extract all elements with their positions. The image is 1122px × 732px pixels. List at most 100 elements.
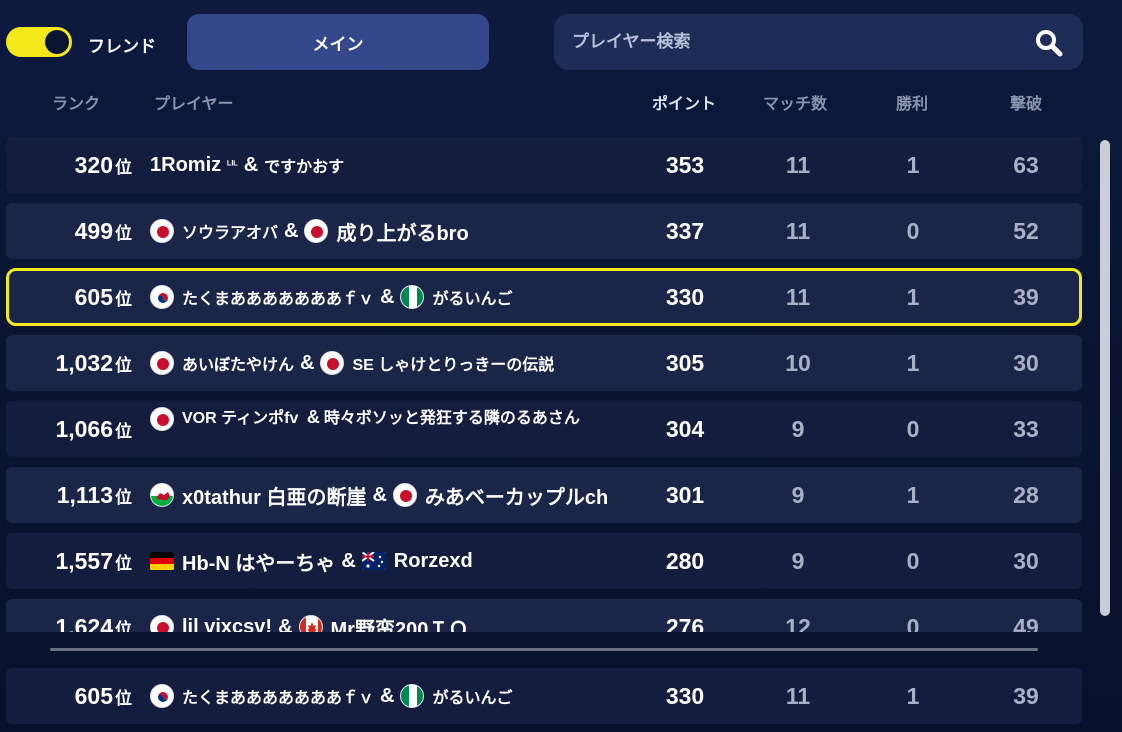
wins-cell: 1	[906, 151, 920, 178]
rank-value: 320	[74, 151, 113, 178]
jp-flag-icon	[150, 615, 174, 632]
top-bar: フレンド メイン	[0, 14, 1122, 70]
ampersand: &	[341, 549, 356, 572]
player1-name: ソウラアオバ	[182, 225, 279, 242]
matches-cell: 11	[785, 151, 811, 178]
column-points[interactable]: ポイント	[652, 90, 716, 114]
jp-flag-icon	[392, 483, 417, 507]
points-cell: 304	[665, 415, 705, 442]
au-flag-icon	[361, 552, 386, 570]
kills-cell: 30	[1013, 349, 1039, 376]
ampersand: &	[380, 285, 395, 308]
table-row[interactable]: 1,032 位 あいぼたやけん & SE しゃけとりっきーの伝説 305 10 1…	[6, 335, 1082, 391]
jp-flag-icon	[150, 406, 174, 431]
player1-name: lil vixcsv!	[182, 615, 273, 633]
ampersand: &	[243, 153, 259, 176]
player1-name: VOR ティンポfv	[182, 410, 299, 427]
table-row[interactable]: 320 位 1Romiz ᴸᴵᴸ & ですかおす 353 11 1 63	[6, 137, 1082, 193]
ng-flag-icon	[400, 285, 425, 309]
leaderboard-list[interactable]: 320 位 1Romiz ᴸᴵᴸ & ですかおす 353 11 1 63 499 位…	[0, 132, 1090, 632]
wins-cell: 1	[906, 481, 920, 508]
rank-cell: 1,032 位	[6, 335, 132, 391]
player-cell: ソウラアオバ & 成り上がるbro	[150, 203, 620, 259]
ampersand: &	[300, 351, 315, 374]
scrollbar[interactable]	[1100, 140, 1110, 616]
rank-value: 1,113	[56, 481, 113, 508]
player-cell: lil vixcsv! & Mr野蛮200ＩＯ	[150, 599, 620, 632]
kills-cell: 49	[1013, 613, 1039, 633]
jp-flag-icon	[150, 351, 174, 375]
wales-flag-icon	[150, 483, 174, 507]
player1-name: たくまあああああああｆｖ	[182, 291, 375, 308]
matches-cell: 11	[785, 217, 811, 244]
rank-value: 1,624	[55, 613, 113, 633]
ampersand: &	[278, 615, 293, 633]
points-cell: 280	[665, 547, 705, 574]
matches-cell: 11	[785, 283, 811, 310]
player-cell: Hb-N はやーちゃ & Rorzexd	[150, 533, 620, 589]
rank-suffix: 位	[115, 223, 132, 243]
jp-flag-icon	[320, 351, 345, 375]
points-cell: 330	[665, 682, 705, 709]
friend-toggle[interactable]	[6, 27, 72, 57]
table-row[interactable]: 1,066 位 VOR ティンポfv & 時々ボソッと発狂する隣のるあさん 304 …	[6, 401, 1082, 457]
column-header: ランク プレイヤー ポイント マッチ数 勝利 撃破	[0, 90, 1122, 114]
search-input[interactable]	[572, 14, 1012, 70]
player2-name: SE しゃけとりっきーの伝説	[352, 357, 555, 374]
player1-name: あいぼたやけん	[182, 357, 295, 374]
wins-cell: 0	[906, 613, 920, 633]
player2-name: 時々ボソッと発狂する隣のるあさん	[323, 410, 580, 427]
rank-suffix: 位	[115, 619, 132, 633]
rank-cell: 499 位	[6, 203, 132, 259]
kr-flag-icon	[150, 285, 174, 309]
table-row-self[interactable]: 605 位 たくまあああああああｆｖ & がるいんご 330 11 1 39	[6, 268, 1082, 326]
rank-value: 1,066	[55, 415, 113, 442]
table-row[interactable]: 499 位 ソウラアオバ & 成り上がるbro 337 11 0 52	[6, 203, 1082, 259]
self-rank-row[interactable]: 605 位 たくまあああああああｆｖ & がるいんご 330 11 1 39	[6, 668, 1082, 724]
kills-cell: 28	[1013, 481, 1039, 508]
player2-name: Rorzexd	[393, 549, 473, 572]
wins-cell: 1	[906, 283, 920, 310]
column-kills[interactable]: 撃破	[1010, 90, 1042, 114]
points-cell: 305	[665, 349, 705, 376]
friend-label: フレンド	[88, 37, 156, 56]
player2-name: みあベーカップルch	[424, 486, 609, 509]
table-row[interactable]: 1,113 位 x0tathur 白亜の断崖 & みあベーカップルch 301 9…	[6, 467, 1082, 523]
search-icon[interactable]	[1035, 29, 1063, 57]
matches-cell: 11	[785, 682, 811, 709]
wins-cell: 1	[906, 682, 920, 709]
wins-cell: 0	[906, 217, 920, 244]
column-wins[interactable]: 勝利	[896, 90, 928, 114]
player2-name: ですかおす	[264, 159, 345, 176]
player-cell: たくまあああああああｆｖ & がるいんご	[150, 668, 620, 724]
points-cell: 330	[665, 283, 705, 310]
column-matches[interactable]: マッチ数	[763, 90, 827, 114]
matches-cell: 10	[785, 349, 811, 376]
tab-main[interactable]: メイン	[187, 14, 489, 70]
points-cell: 353	[665, 151, 705, 178]
kr-flag-icon	[150, 684, 174, 708]
wins-cell: 0	[906, 415, 920, 442]
player2-name: Mr野蛮200ＩＯ	[330, 618, 469, 633]
table-row[interactable]: 1,624 位 lil vixcsv! & Mr野蛮200ＩＯ 276 12 0 …	[6, 599, 1082, 632]
player2-name: がるいんご	[432, 291, 513, 308]
kills-cell: 39	[1013, 283, 1039, 310]
rank-suffix: 位	[115, 553, 132, 573]
rank-suffix: 位	[115, 355, 132, 375]
player1-name: たくまあああああああｆｖ	[182, 690, 375, 707]
toggle-knob	[45, 30, 69, 54]
rank-value: 1,557	[55, 547, 113, 574]
jp-flag-icon	[304, 219, 329, 243]
rank-suffix: 位	[115, 487, 132, 507]
player-cell: 1Romiz ᴸᴵᴸ & ですかおす	[150, 137, 620, 193]
rank-cell: 1,066 位	[6, 401, 132, 457]
kills-cell: 30	[1013, 547, 1039, 574]
wins-cell: 1	[906, 349, 920, 376]
rank-suffix: 位	[115, 688, 132, 708]
column-rank: ランク	[52, 96, 101, 113]
ampersand: &	[306, 407, 320, 427]
table-row[interactable]: 1,557 位 Hb-N はやーちゃ & Rorzexd 280 9 0 30	[6, 533, 1082, 589]
de-flag-icon	[150, 552, 174, 570]
kills-cell: 33	[1013, 415, 1039, 442]
kills-cell: 39	[1013, 682, 1039, 709]
